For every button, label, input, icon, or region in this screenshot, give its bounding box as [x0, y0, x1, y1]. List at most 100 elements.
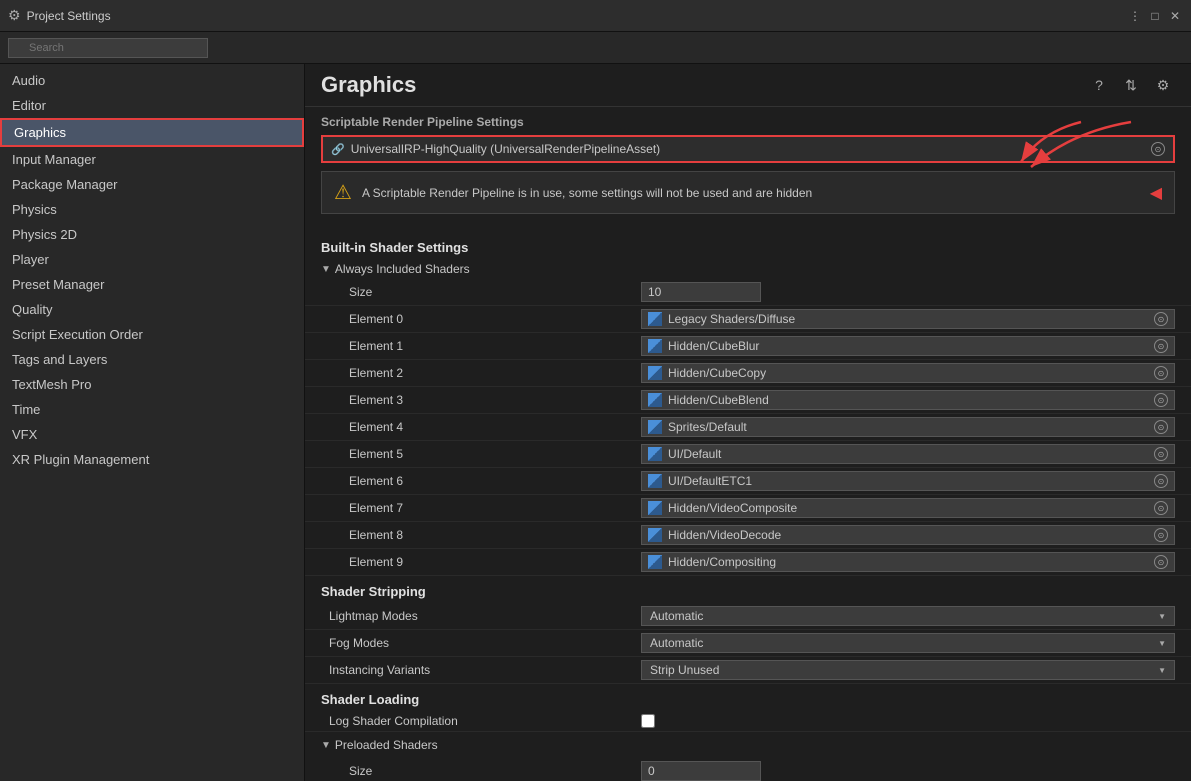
- element-2-field[interactable]: Hidden/CubeCopy ⊙: [641, 363, 1175, 383]
- sidebar-item-physics-2d[interactable]: Physics 2D: [0, 222, 304, 247]
- element-1-value: Hidden/CubeBlur: [668, 339, 1148, 353]
- fog-modes-label: Fog Modes: [321, 636, 641, 650]
- collapse-arrow[interactable]: ◀: [1150, 183, 1162, 203]
- shader-icon-2: [648, 366, 662, 380]
- preloaded-shaders-label: Preloaded Shaders: [335, 738, 438, 752]
- layout-button[interactable]: ⇅: [1119, 73, 1143, 97]
- element-0-field[interactable]: Legacy Shaders/Diffuse ⊙: [641, 309, 1175, 329]
- element-6-field[interactable]: UI/DefaultETC1 ⊙: [641, 471, 1175, 491]
- preloaded-size-row: Size: [305, 758, 1191, 781]
- shader-icon-9: [648, 555, 662, 569]
- element-1-circle-btn[interactable]: ⊙: [1154, 339, 1168, 353]
- search-input[interactable]: [8, 38, 208, 58]
- lightmap-modes-dropdown[interactable]: Automatic ▼: [641, 606, 1175, 626]
- sidebar-item-time[interactable]: Time: [0, 397, 304, 422]
- element-5-value: UI/Default: [668, 447, 1148, 461]
- element-4-row: Element 4 Sprites/Default ⊙: [305, 414, 1191, 441]
- sidebar-item-tags-and-layers[interactable]: Tags and Layers: [0, 347, 304, 372]
- content-area: Graphics ? ⇅ ⚙: [305, 64, 1191, 781]
- srp-section: Scriptable Render Pipeline Settings 🔗 Un…: [305, 107, 1191, 232]
- instancing-variants-dropdown[interactable]: Strip Unused ▼: [641, 660, 1175, 680]
- always-included-shaders-header[interactable]: ▼ Always Included Shaders: [321, 259, 1175, 279]
- element-2-value: Hidden/CubeCopy: [668, 366, 1148, 380]
- sidebar-item-audio[interactable]: Audio: [0, 68, 304, 93]
- more-options-button[interactable]: ⋮: [1127, 8, 1143, 24]
- element-1-field[interactable]: Hidden/CubeBlur ⊙: [641, 336, 1175, 356]
- element-8-label: Element 8: [321, 528, 641, 542]
- page-title: Graphics: [321, 72, 1087, 98]
- element-9-field[interactable]: Hidden/Compositing ⊙: [641, 552, 1175, 572]
- element-7-row: Element 7 Hidden/VideoComposite ⊙: [305, 495, 1191, 522]
- element-0-circle-btn[interactable]: ⊙: [1154, 312, 1168, 326]
- always-included-shaders-section: ▼ Always Included Shaders: [305, 259, 1191, 279]
- shader-icon-6: [648, 474, 662, 488]
- pipeline-field[interactable]: 🔗 UniversalIRP-HighQuality (UniversalRen…: [321, 135, 1175, 163]
- element-4-field[interactable]: Sprites/Default ⊙: [641, 417, 1175, 437]
- sidebar-item-vfx[interactable]: VFX: [0, 422, 304, 447]
- sidebar-item-quality[interactable]: Quality: [0, 297, 304, 322]
- close-button[interactable]: ✕: [1167, 8, 1183, 24]
- sidebar-item-input-manager[interactable]: Input Manager: [0, 147, 304, 172]
- element-8-field[interactable]: Hidden/VideoDecode ⊙: [641, 525, 1175, 545]
- srp-label: Scriptable Render Pipeline Settings: [321, 115, 1175, 129]
- element-6-value: UI/DefaultETC1: [668, 474, 1148, 488]
- element-6-row: Element 6 UI/DefaultETC1 ⊙: [305, 468, 1191, 495]
- settings-button[interactable]: ⚙: [1151, 73, 1175, 97]
- element-7-circle-btn[interactable]: ⊙: [1154, 501, 1168, 515]
- log-shader-checkbox[interactable]: [641, 714, 655, 728]
- element-5-row: Element 5 UI/Default ⊙: [305, 441, 1191, 468]
- element-4-value: Sprites/Default: [668, 420, 1148, 434]
- size-input[interactable]: [641, 282, 761, 302]
- element-3-field[interactable]: Hidden/CubeBlend ⊙: [641, 390, 1175, 410]
- shader-icon-8: [648, 528, 662, 542]
- content-header: Graphics ? ⇅ ⚙: [305, 64, 1191, 107]
- pipeline-field-text: UniversalIRP-HighQuality (UniversalRende…: [351, 142, 1151, 156]
- element-2-row: Element 2 Hidden/CubeCopy ⊙: [305, 360, 1191, 387]
- sidebar-item-preset-manager[interactable]: Preset Manager: [0, 272, 304, 297]
- sidebar-item-editor[interactable]: Editor: [0, 93, 304, 118]
- sidebar-item-player[interactable]: Player: [0, 247, 304, 272]
- pipeline-icon: 🔗: [331, 143, 345, 156]
- element-1-row: Element 1 Hidden/CubeBlur ⊙: [305, 333, 1191, 360]
- help-button[interactable]: ?: [1087, 73, 1111, 97]
- element-3-label: Element 3: [321, 393, 641, 407]
- sidebar-item-physics[interactable]: Physics: [0, 197, 304, 222]
- sidebar-item-xr-plugin-management[interactable]: XR Plugin Management: [0, 447, 304, 472]
- warning-box: ⚠ A Scriptable Render Pipeline is in use…: [321, 171, 1175, 214]
- warning-icon: ⚠: [334, 180, 352, 205]
- element-9-circle-btn[interactable]: ⊙: [1154, 555, 1168, 569]
- instancing-variants-arrow: ▼: [1158, 666, 1166, 675]
- sidebar-item-package-manager[interactable]: Package Manager: [0, 172, 304, 197]
- preloaded-size-label: Size: [321, 764, 641, 778]
- element-8-row: Element 8 Hidden/VideoDecode ⊙: [305, 522, 1191, 549]
- sidebar-item-graphics[interactable]: Graphics: [0, 118, 304, 147]
- sidebar-item-textmesh-pro[interactable]: TextMesh Pro: [0, 372, 304, 397]
- lightmap-modes-label: Lightmap Modes: [321, 609, 641, 623]
- maximize-button[interactable]: □: [1147, 8, 1163, 24]
- element-3-value: Hidden/CubeBlend: [668, 393, 1148, 407]
- header-icons: ? ⇅ ⚙: [1087, 73, 1175, 97]
- preloaded-shaders-header[interactable]: ▼ Preloaded Shaders: [321, 735, 1175, 755]
- title-bar-controls: ⋮ □ ✕: [1127, 8, 1183, 24]
- sidebar: Audio Editor Graphics Input Manager Pack…: [0, 64, 305, 781]
- pipeline-circle-button[interactable]: ⊙: [1151, 142, 1165, 156]
- instancing-variants-label: Instancing Variants: [321, 663, 641, 677]
- shader-icon-0: [648, 312, 662, 326]
- search-bar: [0, 32, 1191, 64]
- element-8-circle-btn[interactable]: ⊙: [1154, 528, 1168, 542]
- shader-icon-1: [648, 339, 662, 353]
- element-5-field[interactable]: UI/Default ⊙: [641, 444, 1175, 464]
- element-0-row: Element 0 Legacy Shaders/Diffuse ⊙: [305, 306, 1191, 333]
- fog-modes-dropdown[interactable]: Automatic ▼: [641, 633, 1175, 653]
- element-4-circle-btn[interactable]: ⊙: [1154, 420, 1168, 434]
- element-3-circle-btn[interactable]: ⊙: [1154, 393, 1168, 407]
- element-7-field[interactable]: Hidden/VideoComposite ⊙: [641, 498, 1175, 518]
- element-6-circle-btn[interactable]: ⊙: [1154, 474, 1168, 488]
- shader-icon-4: [648, 420, 662, 434]
- element-2-circle-btn[interactable]: ⊙: [1154, 366, 1168, 380]
- preloaded-size-input[interactable]: [641, 761, 761, 781]
- element-0-label: Element 0: [321, 312, 641, 326]
- element-5-circle-btn[interactable]: ⊙: [1154, 447, 1168, 461]
- sidebar-item-script-execution-order[interactable]: Script Execution Order: [0, 322, 304, 347]
- warning-text: A Scriptable Render Pipeline is in use, …: [362, 186, 1150, 200]
